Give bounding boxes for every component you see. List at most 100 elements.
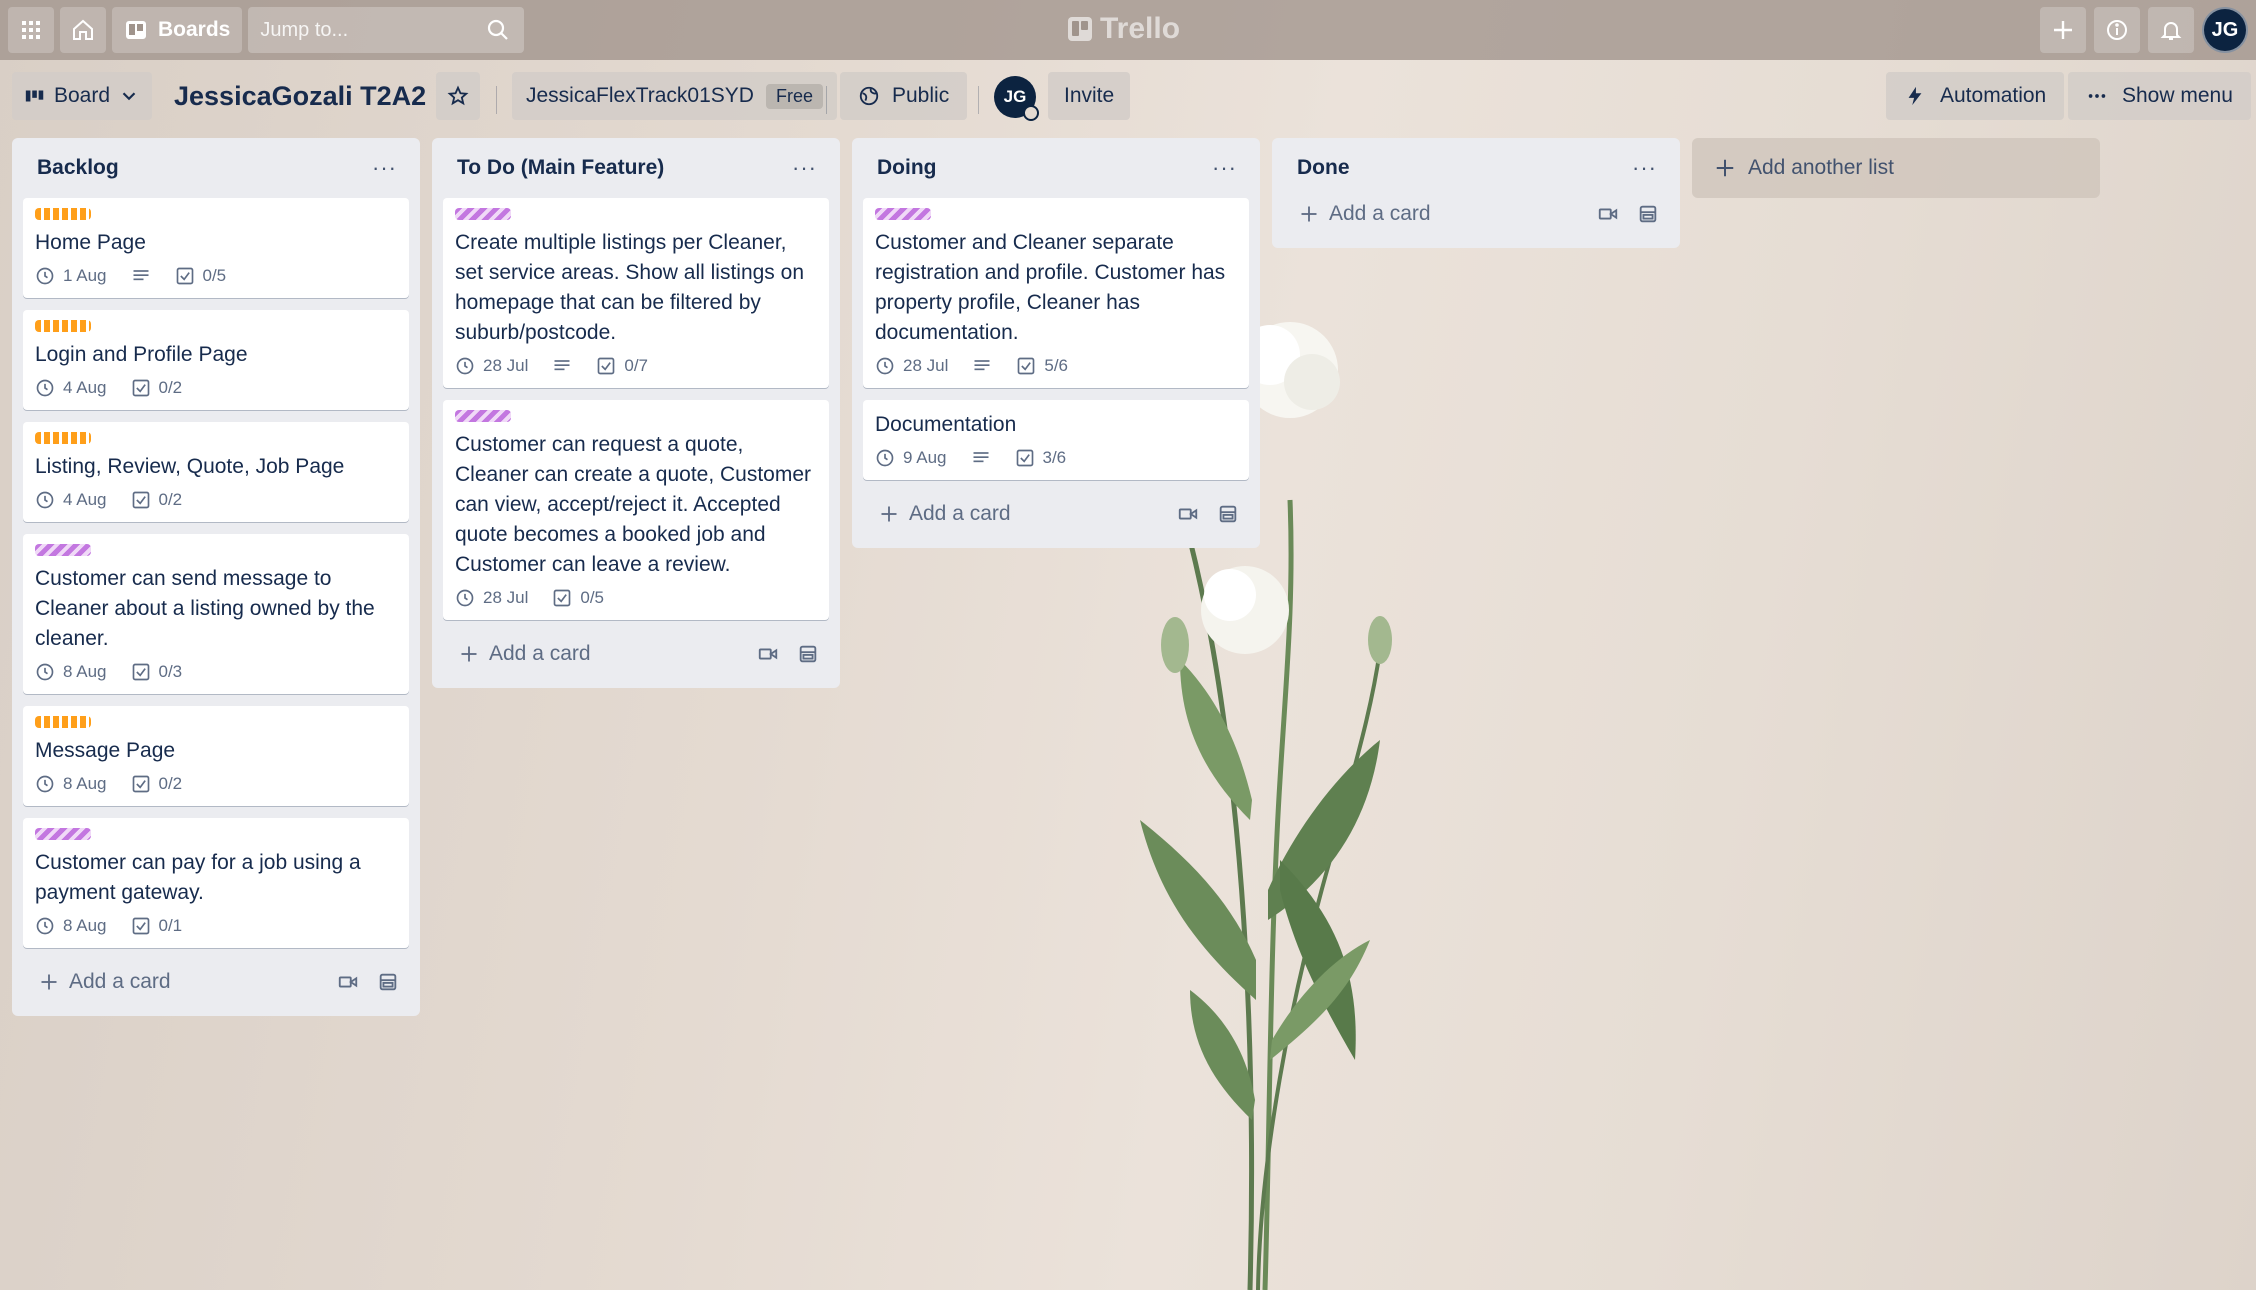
card[interactable]: Listing, Review, Quote, Job Page 4 Aug 0/2 xyxy=(23,422,409,522)
list-menu-button[interactable]: ··· xyxy=(784,151,825,185)
list-header: To Do (Main Feature) ··· xyxy=(443,138,829,198)
list-menu-button[interactable]: ··· xyxy=(1204,151,1245,185)
due-date-badge[interactable]: 8 Aug xyxy=(35,774,107,794)
card[interactable]: Customer can send message to Cleaner abo… xyxy=(23,534,409,694)
card-label-purple[interactable] xyxy=(455,208,511,220)
card[interactable]: Documentation 9 Aug 3/6 xyxy=(863,400,1249,480)
list-menu-button[interactable]: ··· xyxy=(364,151,405,185)
card-badges: 9 Aug 3/6 xyxy=(875,448,1237,468)
due-date-badge[interactable]: 9 Aug xyxy=(875,448,947,468)
card[interactable]: Home Page 1 Aug 0/5 xyxy=(23,198,409,298)
search-input[interactable] xyxy=(248,7,525,53)
list-title[interactable]: Backlog xyxy=(37,156,119,180)
card-label-orange[interactable] xyxy=(35,208,91,220)
search-icon[interactable] xyxy=(486,18,510,42)
search-box[interactable] xyxy=(248,7,525,53)
description-badge xyxy=(552,356,572,376)
video-icon[interactable] xyxy=(757,643,779,665)
board-view-icon xyxy=(25,90,44,102)
card-labels xyxy=(35,544,397,558)
workspace-button[interactable]: JessicaFlexTrack01SYD Free xyxy=(512,72,837,120)
visibility-button[interactable]: Public xyxy=(840,72,968,120)
add-card-button[interactable]: Add a card xyxy=(1299,202,1431,226)
automation-button[interactable]: Automation xyxy=(1886,72,2065,120)
video-icon[interactable] xyxy=(1597,203,1619,225)
video-icon[interactable] xyxy=(1177,503,1199,525)
card-label-orange[interactable] xyxy=(35,716,91,728)
card-label-orange[interactable] xyxy=(35,432,91,444)
add-card-extras xyxy=(1597,203,1659,225)
card[interactable]: Create multiple listings per Cleaner, se… xyxy=(443,198,829,388)
card[interactable]: Message Page 8 Aug 0/2 xyxy=(23,706,409,806)
due-date-badge[interactable]: 28 Jul xyxy=(875,356,948,376)
board-member-avatar[interactable]: JG xyxy=(994,76,1039,121)
boards-button[interactable]: Boards xyxy=(112,7,243,53)
card-title: Message Page xyxy=(35,739,176,762)
bell-icon xyxy=(2160,22,2182,40)
clock-icon xyxy=(36,917,54,935)
list-title[interactable]: Done xyxy=(1297,156,1350,180)
home-button[interactable] xyxy=(60,7,106,53)
card-label-purple[interactable] xyxy=(875,208,931,220)
due-date-badge[interactable]: 4 Aug xyxy=(35,490,107,510)
video-icon[interactable] xyxy=(337,971,359,993)
plus-icon xyxy=(881,506,897,522)
due-date-badge[interactable]: 28 Jul xyxy=(455,356,528,376)
add-another-list-label: Add another list xyxy=(1748,156,1894,179)
card-label-purple[interactable] xyxy=(455,410,511,422)
add-another-list-button[interactable]: Add another list xyxy=(1692,138,2100,198)
card-template-icon[interactable] xyxy=(377,971,399,993)
card-label-orange[interactable] xyxy=(35,320,91,332)
apps-switcher-button[interactable] xyxy=(8,7,54,53)
invite-button[interactable]: Invite xyxy=(1048,72,1131,120)
checklist-count: 0/2 xyxy=(158,378,183,397)
due-date-text: 4 Aug xyxy=(63,378,107,397)
clock-icon xyxy=(876,357,894,375)
show-menu-button[interactable]: Show menu xyxy=(2068,72,2251,120)
add-card-button[interactable]: Add a card xyxy=(879,502,1011,526)
card-template-icon[interactable] xyxy=(1217,503,1239,525)
board-view-switcher[interactable]: Board xyxy=(12,72,153,120)
trello-logo-icon xyxy=(1068,17,1092,41)
add-card-button[interactable]: Add a card xyxy=(39,970,171,994)
due-date-badge[interactable]: 1 Aug xyxy=(35,266,107,286)
card-labels xyxy=(35,828,397,842)
create-button[interactable] xyxy=(2040,7,2086,53)
due-date-badge[interactable]: 4 Aug xyxy=(35,378,107,398)
card-template-icon[interactable] xyxy=(797,643,819,665)
user-avatar[interactable]: JG xyxy=(2202,7,2248,53)
card-labels xyxy=(35,320,397,334)
description-icon xyxy=(974,360,990,371)
list-title[interactable]: To Do (Main Feature) xyxy=(457,156,664,180)
card-label-purple[interactable] xyxy=(35,544,91,556)
plus-icon xyxy=(2054,21,2072,39)
information-button[interactable] xyxy=(2094,7,2140,53)
list-menu-button[interactable]: ··· xyxy=(1624,151,1665,185)
checklist-icon xyxy=(132,491,149,509)
card-template-icon[interactable] xyxy=(1637,203,1659,225)
card[interactable]: Customer can pay for a job using a payme… xyxy=(23,818,409,948)
clock-icon xyxy=(36,775,54,793)
board-title[interactable]: JessicaGozali T2A2 xyxy=(174,72,426,120)
list-to-do-main-feature: To Do (Main Feature) ··· Create multiple l… xyxy=(432,138,840,688)
checklist-count: 3/6 xyxy=(1042,448,1067,467)
card[interactable]: Customer and Cleaner separate registrati… xyxy=(863,198,1249,388)
card-label-purple[interactable] xyxy=(35,828,91,840)
card[interactable]: Customer can request a quote, Cleaner ca… xyxy=(443,400,829,620)
clock-icon xyxy=(36,663,54,681)
list-doing: Doing ··· Customer and Cleaner separate re… xyxy=(852,138,1260,548)
due-date-badge[interactable]: 28 Jul xyxy=(455,588,528,608)
add-card-button[interactable]: Add a card xyxy=(459,642,591,666)
card-labels xyxy=(35,432,397,446)
description-icon xyxy=(554,360,570,371)
trello-logo[interactable]: Trello xyxy=(1068,12,1180,46)
card[interactable]: Login and Profile Page 4 Aug 0/2 xyxy=(23,310,409,410)
card-badges: 4 Aug 0/2 xyxy=(35,378,397,398)
due-date-badge[interactable]: 8 Aug xyxy=(35,916,107,936)
list-title[interactable]: Doing xyxy=(877,156,936,180)
add-card-extras xyxy=(1177,503,1239,525)
notifications-button[interactable] xyxy=(2148,7,2194,53)
checklist-count: 5/6 xyxy=(1044,356,1069,375)
star-board-button[interactable] xyxy=(436,72,480,120)
due-date-badge[interactable]: 8 Aug xyxy=(35,662,107,682)
